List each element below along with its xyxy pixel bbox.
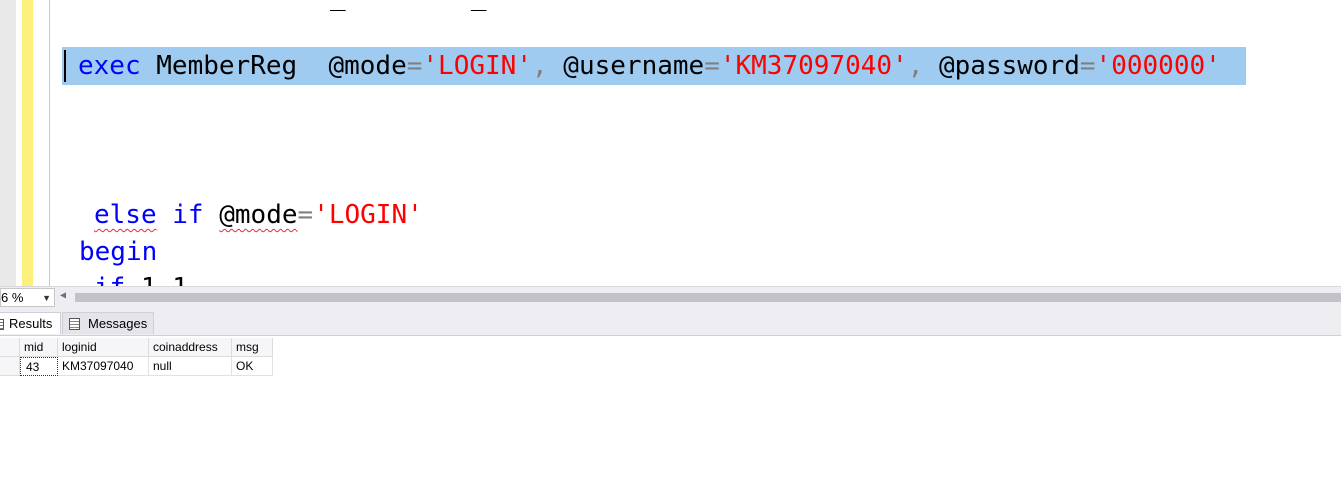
param-password: @password <box>939 51 1080 81</box>
code-line-partial: _ _ <box>330 0 487 14</box>
if-condition: 1 1 <box>125 273 188 286</box>
tab-results-label: Results <box>9 316 53 331</box>
scroll-left-arrow-icon[interactable]: ◀ <box>60 290 66 301</box>
procedure-name: MemberReg <box>140 51 329 81</box>
change-tracking-bar <box>22 0 33 286</box>
cell-loginid[interactable]: KM37097040 <box>58 357 149 376</box>
gutter-edge <box>16 0 20 286</box>
keyword-else: else <box>94 200 157 230</box>
keyword-if: if <box>94 273 125 286</box>
param-mode: @mode <box>328 51 407 81</box>
comma: , <box>907 51 939 81</box>
column-header-mid[interactable]: mid <box>20 338 58 357</box>
zoom-dropdown[interactable]: 6 % ▼ <box>0 288 55 307</box>
keyword-exec: exec <box>78 51 141 81</box>
cell-coinaddress[interactable]: null <box>149 357 232 376</box>
string-username: 'KM37097040' <box>719 51 908 81</box>
horizontal-scrollbar-thumb[interactable] <box>75 293 1341 302</box>
tab-messages-label: Messages <box>88 316 148 331</box>
code-line-begin: begin <box>79 237 158 267</box>
editor-gutter <box>0 0 16 286</box>
grid-icon <box>0 319 4 330</box>
tab-messages[interactable]: Messages <box>62 312 154 334</box>
messages-icon <box>69 318 80 330</box>
text-caret <box>64 50 66 82</box>
column-header-loginid[interactable]: loginid <box>58 338 149 357</box>
editor-margin-line <box>49 0 50 286</box>
comma: , <box>531 51 564 81</box>
zoom-value: 6 % <box>1 290 24 305</box>
cell-msg[interactable]: OK <box>232 357 273 376</box>
code-line-exec-selected[interactable]: exec MemberReg @mode='LOGIN', @username=… <box>62 47 1246 85</box>
operator-eq: = <box>406 51 423 81</box>
string-login: 'LOGIN' <box>313 200 423 230</box>
string-login: 'LOGIN' <box>422 51 532 81</box>
operator-eq: = <box>1079 51 1096 81</box>
column-header-msg[interactable]: msg <box>232 338 273 357</box>
results-tab-strip: Results Messages <box>0 308 1341 336</box>
keyword-if: if <box>172 200 204 230</box>
zoom-scroll-bar: 6 % ▼ ◀ <box>0 286 1341 308</box>
grid-corner[interactable] <box>0 338 20 357</box>
code-line-else-if: else if @mode='LOGIN' <box>94 198 423 232</box>
column-header-coinaddress[interactable]: coinaddress <box>149 338 232 357</box>
chevron-down-icon[interactable]: ▼ <box>42 290 51 307</box>
code-line-if-partial: if 1 1 <box>94 271 188 286</box>
operator-eq: = <box>704 51 720 81</box>
row-header[interactable] <box>0 357 20 376</box>
param-username: @username <box>563 51 705 81</box>
operator-eq: = <box>297 200 314 230</box>
query-editor[interactable]: _ _ exec MemberReg @mode='LOGIN', @usern… <box>0 0 1341 286</box>
variable-mode: @mode <box>219 200 298 230</box>
tab-results[interactable]: Results <box>0 312 61 334</box>
string-password: '000000' <box>1095 51 1221 81</box>
cell-mid[interactable]: 43 <box>20 357 58 376</box>
